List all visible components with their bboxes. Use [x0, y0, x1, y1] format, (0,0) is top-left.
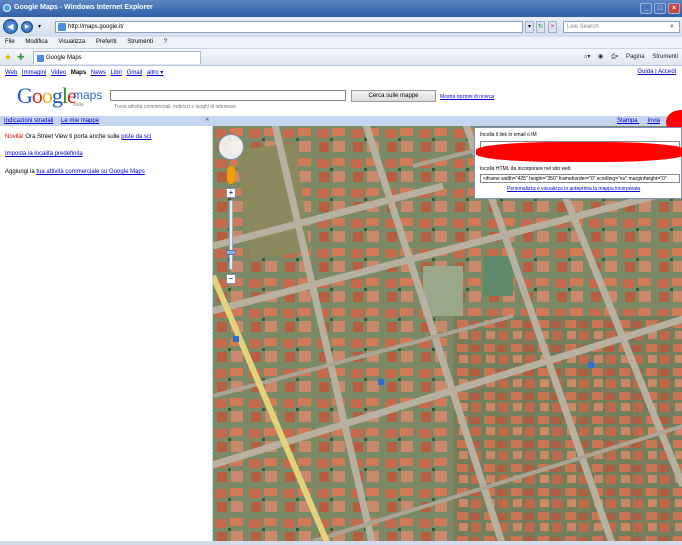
- window-title: Google Maps - Windows Internet Explorer: [14, 4, 153, 11]
- favorites-star-icon[interactable]: ★: [4, 52, 14, 62]
- search-maps-button[interactable]: Cerca sulle mappe: [351, 90, 436, 102]
- news-label: Novità!: [5, 134, 24, 140]
- map-toolbar: Stampa Invia: [213, 116, 682, 126]
- search-placeholder: Live Search: [567, 24, 599, 30]
- search-options-link[interactable]: Mostra opzioni di ricerca: [440, 94, 494, 100]
- search-hint: Trova attività commerciali, indirizzi e …: [114, 104, 236, 110]
- logo-maps-text: maps: [73, 88, 103, 102]
- print-icon[interactable]: ⎙▾: [611, 54, 618, 60]
- tab-label: Google Maps: [46, 55, 82, 61]
- command-bar: ⌂▾ ◉ ⎙▾ Pagina Strumenti: [578, 53, 678, 61]
- stop-icon[interactable]: ×: [548, 21, 557, 33]
- address-url: http://maps.google.it/: [68, 24, 124, 30]
- tools-menu[interactable]: Strumenti: [652, 54, 678, 60]
- menu-bar: File Modifica Visualizza Preferiti Strum…: [0, 37, 682, 49]
- default-location-link[interactable]: Imposta la località predefinita: [5, 151, 83, 157]
- link-altro[interactable]: altro ▾: [147, 70, 163, 76]
- menu-preferiti[interactable]: Preferiti: [96, 39, 117, 45]
- history-dropdown-icon[interactable]: ▾: [38, 23, 41, 30]
- business-line: Aggiungi la tua attività commerciale su …: [5, 169, 145, 175]
- ski-slopes-link[interactable]: piste da sci: [121, 134, 151, 140]
- left-panel: Novità! Ora Street View ti porta anche s…: [0, 126, 213, 541]
- menu-visualizza[interactable]: Visualizza: [58, 39, 85, 45]
- link-video[interactable]: Video: [51, 70, 66, 76]
- menu-modifica[interactable]: Modifica: [25, 39, 47, 45]
- link-maps[interactable]: Maps: [71, 70, 86, 76]
- link-libri[interactable]: Libri: [111, 70, 122, 76]
- add-favorites-icon[interactable]: ✚: [17, 52, 27, 62]
- maps-search-input[interactable]: [110, 90, 346, 101]
- minimize-button[interactable]: _: [640, 3, 652, 14]
- address-dropdown-icon[interactable]: ▾: [525, 21, 534, 33]
- embed-html-field[interactable]: <iframe width="425" height="350" framebo…: [480, 174, 680, 183]
- link-help-signin[interactable]: Guida | Accedi: [637, 69, 676, 75]
- logo-country: Italia: [73, 102, 84, 108]
- red-redaction-stroke: [476, 142, 682, 162]
- business-link[interactable]: tua attività commerciale su Google Maps: [36, 169, 144, 175]
- tab-google-maps[interactable]: Google Maps: [33, 51, 201, 64]
- feeds-icon[interactable]: ◉: [598, 54, 603, 60]
- search-icon[interactable]: ⌕: [670, 23, 674, 31]
- link-immagini[interactable]: Immagini: [22, 70, 46, 76]
- status-bar: [0, 541, 682, 545]
- send-link[interactable]: Invia: [647, 118, 660, 124]
- google-logo[interactable]: Google: [17, 83, 77, 109]
- news-line: Novità! Ora Street View ti porta anche s…: [5, 134, 151, 140]
- zoom-out-button[interactable]: −: [226, 274, 236, 284]
- embed-html-label: Incolla HTML da incorporare nel sito web: [480, 166, 571, 172]
- link-news[interactable]: News: [91, 70, 106, 76]
- link-web[interactable]: Web: [5, 70, 17, 76]
- home-icon[interactable]: ⌂▾: [584, 54, 591, 60]
- map-links: Stampa Invia: [609, 118, 660, 124]
- search-field[interactable]: Live Search: [563, 21, 680, 33]
- left-panel-header: Indicazioni stradali Le mie mappe «: [0, 116, 213, 126]
- address-field[interactable]: http://maps.google.it/: [55, 21, 523, 33]
- site-favicon-icon: [58, 23, 66, 31]
- link-gmail[interactable]: Gmail: [127, 70, 143, 76]
- default-location-line: Imposta la località predefinita: [5, 151, 83, 157]
- window-titlebar: Google Maps - Windows Internet Explorer …: [0, 0, 682, 17]
- link-share-panel: Incolla il link in email o IM Incolla HT…: [474, 127, 682, 199]
- back-button[interactable]: ◀: [3, 19, 18, 34]
- navigation-bar: ◀ ▶ ▾ http://maps.google.it/ ▾ ↻ × Live …: [0, 17, 682, 37]
- zoom-in-button[interactable]: +: [226, 188, 236, 198]
- forward-button[interactable]: ▶: [21, 21, 33, 33]
- menu-help[interactable]: ?: [164, 39, 167, 45]
- menu-file[interactable]: File: [5, 39, 15, 45]
- print-link[interactable]: Stampa: [617, 118, 638, 124]
- ie-logo-icon: [3, 4, 11, 12]
- tab-bar: ★ ✚ Google Maps ⌂▾ ◉ ⎙▾ Pagina Strumenti: [0, 49, 682, 66]
- my-maps-link[interactable]: Le mie mappe: [61, 118, 99, 124]
- refresh-icon[interactable]: ↻: [536, 21, 545, 33]
- news-text: Ora Street View ti porta anche sulle: [23, 134, 122, 140]
- close-button[interactable]: ×: [668, 3, 680, 14]
- google-services-bar: Web Immagini Video Maps News Libri Gmail…: [0, 66, 682, 78]
- directions-link[interactable]: Indicazioni stradali: [4, 118, 53, 124]
- email-link-label: Incolla il link in email o IM: [480, 132, 537, 138]
- zoom-slider-handle[interactable]: [226, 250, 236, 255]
- pan-control[interactable]: [218, 134, 244, 160]
- customize-embed-link[interactable]: Personalizza e visualizza in anteprima l…: [507, 186, 640, 192]
- menu-strumenti[interactable]: Strumenti: [127, 39, 153, 45]
- page-menu[interactable]: Pagina: [626, 54, 645, 60]
- collapse-panel-icon[interactable]: «: [206, 117, 209, 123]
- maximize-button[interactable]: □: [654, 3, 666, 14]
- zoom-slider[interactable]: [229, 200, 233, 270]
- tab-favicon-icon: [37, 55, 44, 62]
- business-prefix: Aggiungi la: [5, 169, 37, 175]
- street-view-pegman-icon[interactable]: [227, 166, 235, 184]
